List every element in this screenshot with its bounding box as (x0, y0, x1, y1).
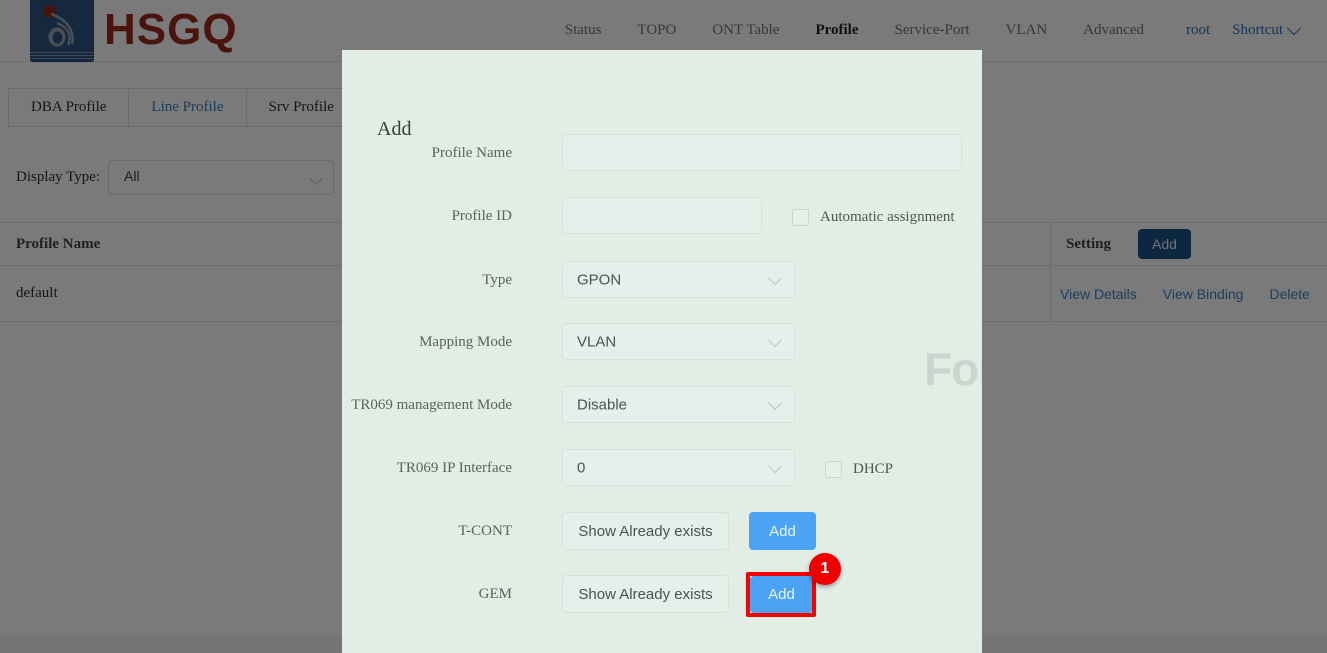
gem-label: GEM (478, 586, 512, 602)
gem-add-button[interactable]: Add (750, 576, 813, 613)
automatic-assignment-checkbox[interactable]: Automatic assignment (792, 209, 955, 226)
profile-id-input[interactable] (562, 197, 762, 234)
automatic-assignment-label: Automatic assignment (820, 209, 955, 225)
chevron-down-icon (767, 458, 783, 473)
tr069-management-mode-select[interactable]: Disable (562, 386, 795, 423)
tr069-ip-interface-select[interactable]: 0 (562, 449, 795, 486)
tcont-show-existing-button[interactable]: Show Already exists (562, 512, 729, 550)
profile-name-label: Profile Name (431, 145, 512, 161)
chevron-down-icon (767, 270, 783, 285)
tr069-management-mode-label: TR069 management Mode (351, 397, 512, 413)
mapping-mode-select[interactable]: VLAN (562, 323, 795, 360)
tcont-label: T-CONT (458, 523, 512, 539)
dhcp-checkbox[interactable]: DHCP (825, 461, 893, 478)
type-select[interactable]: GPON (562, 261, 795, 298)
gem-show-existing-button[interactable]: Show Already exists (562, 575, 729, 613)
checkbox-box-icon (825, 461, 842, 478)
tr069-management-mode-value: Disable (577, 396, 628, 413)
type-value: GPON (577, 271, 622, 288)
chevron-down-icon (767, 395, 783, 410)
step-badge: 1 (809, 553, 841, 585)
profile-name-input[interactable] (562, 134, 962, 171)
dialog-title: Add (377, 118, 412, 140)
mapping-mode-label: Mapping Mode (419, 334, 512, 350)
checkbox-box-icon (792, 209, 809, 226)
mapping-mode-value: VLAN (577, 333, 617, 350)
type-label: Type (482, 272, 512, 288)
profile-id-label: Profile ID (451, 208, 512, 224)
tr069-ip-interface-label: TR069 IP Interface (396, 460, 512, 476)
tcont-add-button[interactable]: Add (749, 512, 816, 550)
foroisp-watermark: ForoISP (924, 342, 982, 396)
tr069-ip-interface-value: 0 (577, 459, 586, 476)
dhcp-label: DHCP (853, 461, 894, 477)
chevron-down-icon (767, 332, 783, 347)
watermark-text-foro: Foro (924, 343, 982, 395)
